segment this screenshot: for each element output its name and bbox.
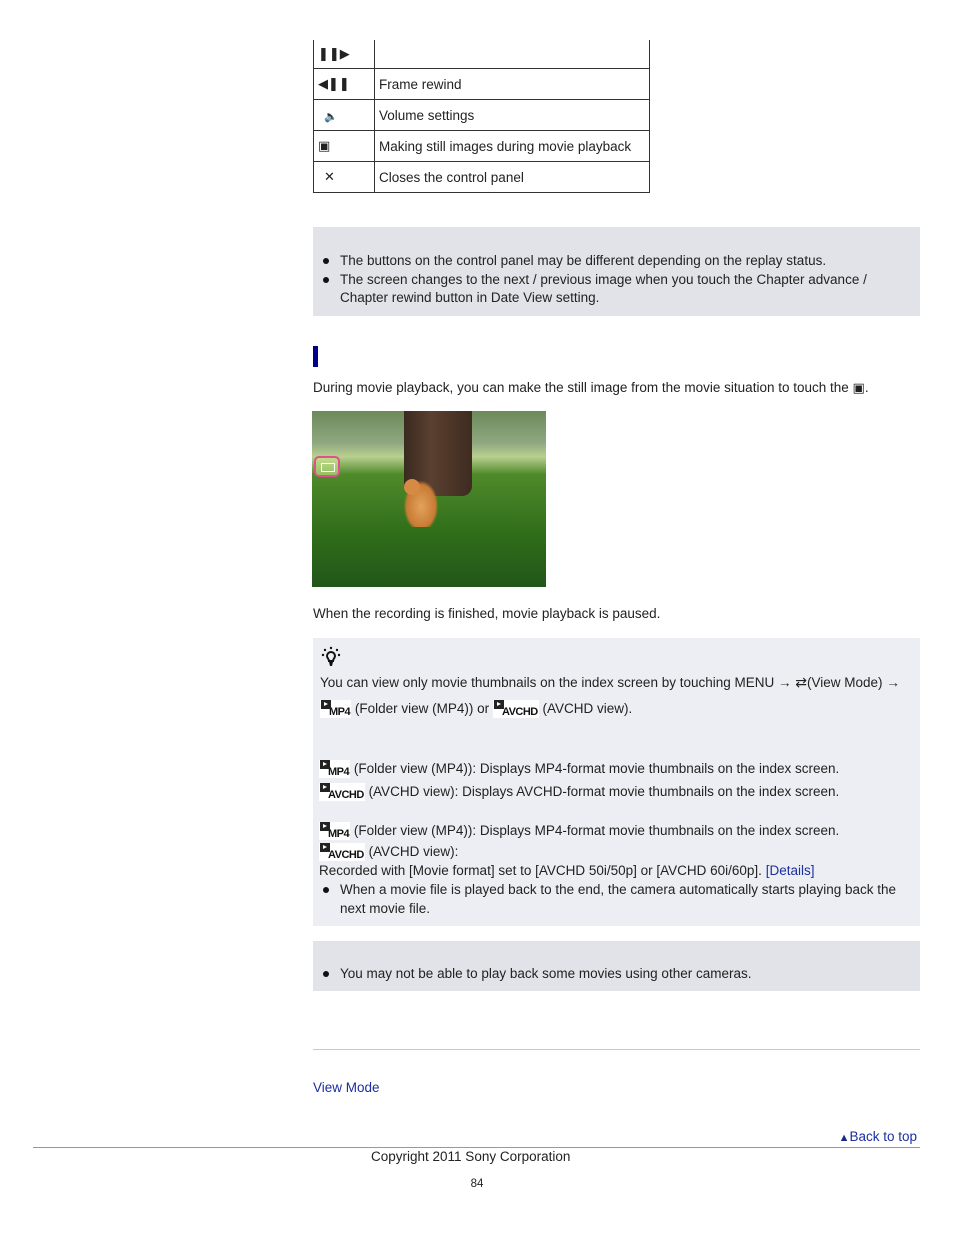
- note-list: You may not be able to play back some mo…: [313, 965, 920, 984]
- volume-icon: 🔈: [324, 109, 338, 123]
- hint-text: (Folder view (MP4)) or: [354, 701, 490, 716]
- view-mode-block-1: MP4 (Folder view (MP4)): Displays MP4-fo…: [319, 757, 919, 803]
- table-row: ✕ Closes the control panel: [313, 161, 650, 193]
- view-mode-icon: ⇄: [795, 675, 808, 691]
- table-row: ◀❚❚ Frame rewind: [313, 68, 650, 100]
- details-link[interactable]: [Details]: [766, 863, 815, 878]
- description-cell: [374, 40, 650, 69]
- note-box: You may not be able to play back some mo…: [313, 941, 920, 991]
- table-row: ❚❚▶: [313, 40, 650, 69]
- hint-paragraph: You can view only movie thumbnails on th…: [320, 670, 910, 721]
- description: (AVCHD view): Displays AVCHD-format movi…: [368, 784, 840, 799]
- hint-text: (View Mode): [807, 675, 883, 690]
- list-item: When a movie file is played back to the …: [313, 881, 920, 918]
- arrow-icon: →: [778, 675, 792, 690]
- still-capture-icon: ▣: [852, 381, 865, 396]
- icon-cell: ❚❚▶: [313, 40, 375, 69]
- icon-cell: ▣: [313, 130, 375, 162]
- divider: [313, 1049, 920, 1050]
- back-to-top-link[interactable]: ▲Back to top: [839, 1129, 917, 1144]
- description-cell: Closes the control panel: [374, 161, 650, 193]
- hint-text: You can view only movie thumbnails on th…: [320, 675, 775, 690]
- page-number: 84: [470, 1178, 484, 1190]
- intro-end: .: [864, 380, 869, 395]
- arrow-icon: →: [886, 675, 900, 690]
- copyright: Copyright 2011 Sony Corporation: [371, 1149, 571, 1164]
- avchd-view-icon: AVCHD: [492, 700, 539, 718]
- list-item: The buttons on the control panel may be …: [313, 252, 920, 271]
- list-item: You may not be able to play back some mo…: [313, 965, 920, 984]
- section-intro: During movie playback, you can make the …: [313, 379, 923, 398]
- still-capture-button-highlight: [314, 456, 340, 477]
- description: (AVCHD view):: [368, 844, 459, 859]
- recorded-text: Recorded with [Movie format] set to [AVC…: [319, 863, 762, 878]
- note-list: The buttons on the control panel may be …: [313, 252, 920, 308]
- table-row: 🔈 Volume settings: [313, 99, 650, 131]
- hint-text: (AVCHD view).: [542, 701, 633, 716]
- description-cell: Frame rewind: [374, 68, 650, 100]
- avchd-view-icon: AVCHD: [319, 783, 365, 801]
- view-mode-block-2: MP4 (Folder view (MP4)): Displays MP4-fo…: [319, 820, 919, 880]
- footer-divider: [33, 1147, 920, 1148]
- cat-head: [404, 479, 420, 495]
- frame-rewind-icon: ◀❚❚: [318, 77, 350, 92]
- still-capture-icon: ▣: [318, 139, 331, 154]
- related-link-view-mode[interactable]: View Mode: [313, 1080, 380, 1095]
- description: (Folder view (MP4)): Displays MP4-format…: [353, 823, 840, 838]
- hint-list: When a movie file is played back to the …: [313, 881, 920, 918]
- icon-cell: ◀❚❚: [313, 68, 375, 100]
- icon-cell: ✕: [313, 161, 375, 193]
- close-icon: ✕: [324, 170, 335, 185]
- section-heading-marker: [313, 346, 318, 367]
- triangle-up-icon: ▲: [838, 1132, 850, 1144]
- description: (Folder view (MP4)): Displays MP4-format…: [353, 761, 840, 776]
- intro-text: During movie playback, you can make the …: [313, 380, 849, 395]
- table-row: ▣ Making still images during movie playb…: [313, 130, 650, 162]
- folder-view-mp4-icon: MP4: [319, 822, 351, 840]
- hint-box: You can view only movie thumbnails on th…: [313, 638, 920, 926]
- after-image-text: When the recording is finished, movie pl…: [313, 606, 661, 621]
- frame-advance-icon: ❚❚▶: [318, 47, 350, 62]
- icon-cell: 🔈: [313, 99, 375, 131]
- description-cell: Volume settings: [374, 99, 650, 131]
- back-to-top-label[interactable]: Back to top: [849, 1129, 917, 1144]
- description-cell: Making still images during movie playbac…: [374, 130, 650, 162]
- list-item: The screen changes to the next / previou…: [313, 271, 920, 308]
- playback-screen-image: [312, 411, 546, 587]
- avchd-view-icon: AVCHD: [319, 843, 365, 861]
- folder-view-mp4-icon: MP4: [319, 760, 351, 778]
- folder-view-mp4-icon: MP4: [320, 700, 352, 718]
- lightbulb-icon: [321, 646, 341, 668]
- control-panel-table: ❚❚▶ ◀❚❚ Frame rewind 🔈 Volume settings ▣…: [313, 40, 650, 193]
- note-box: The buttons on the control panel may be …: [313, 227, 920, 316]
